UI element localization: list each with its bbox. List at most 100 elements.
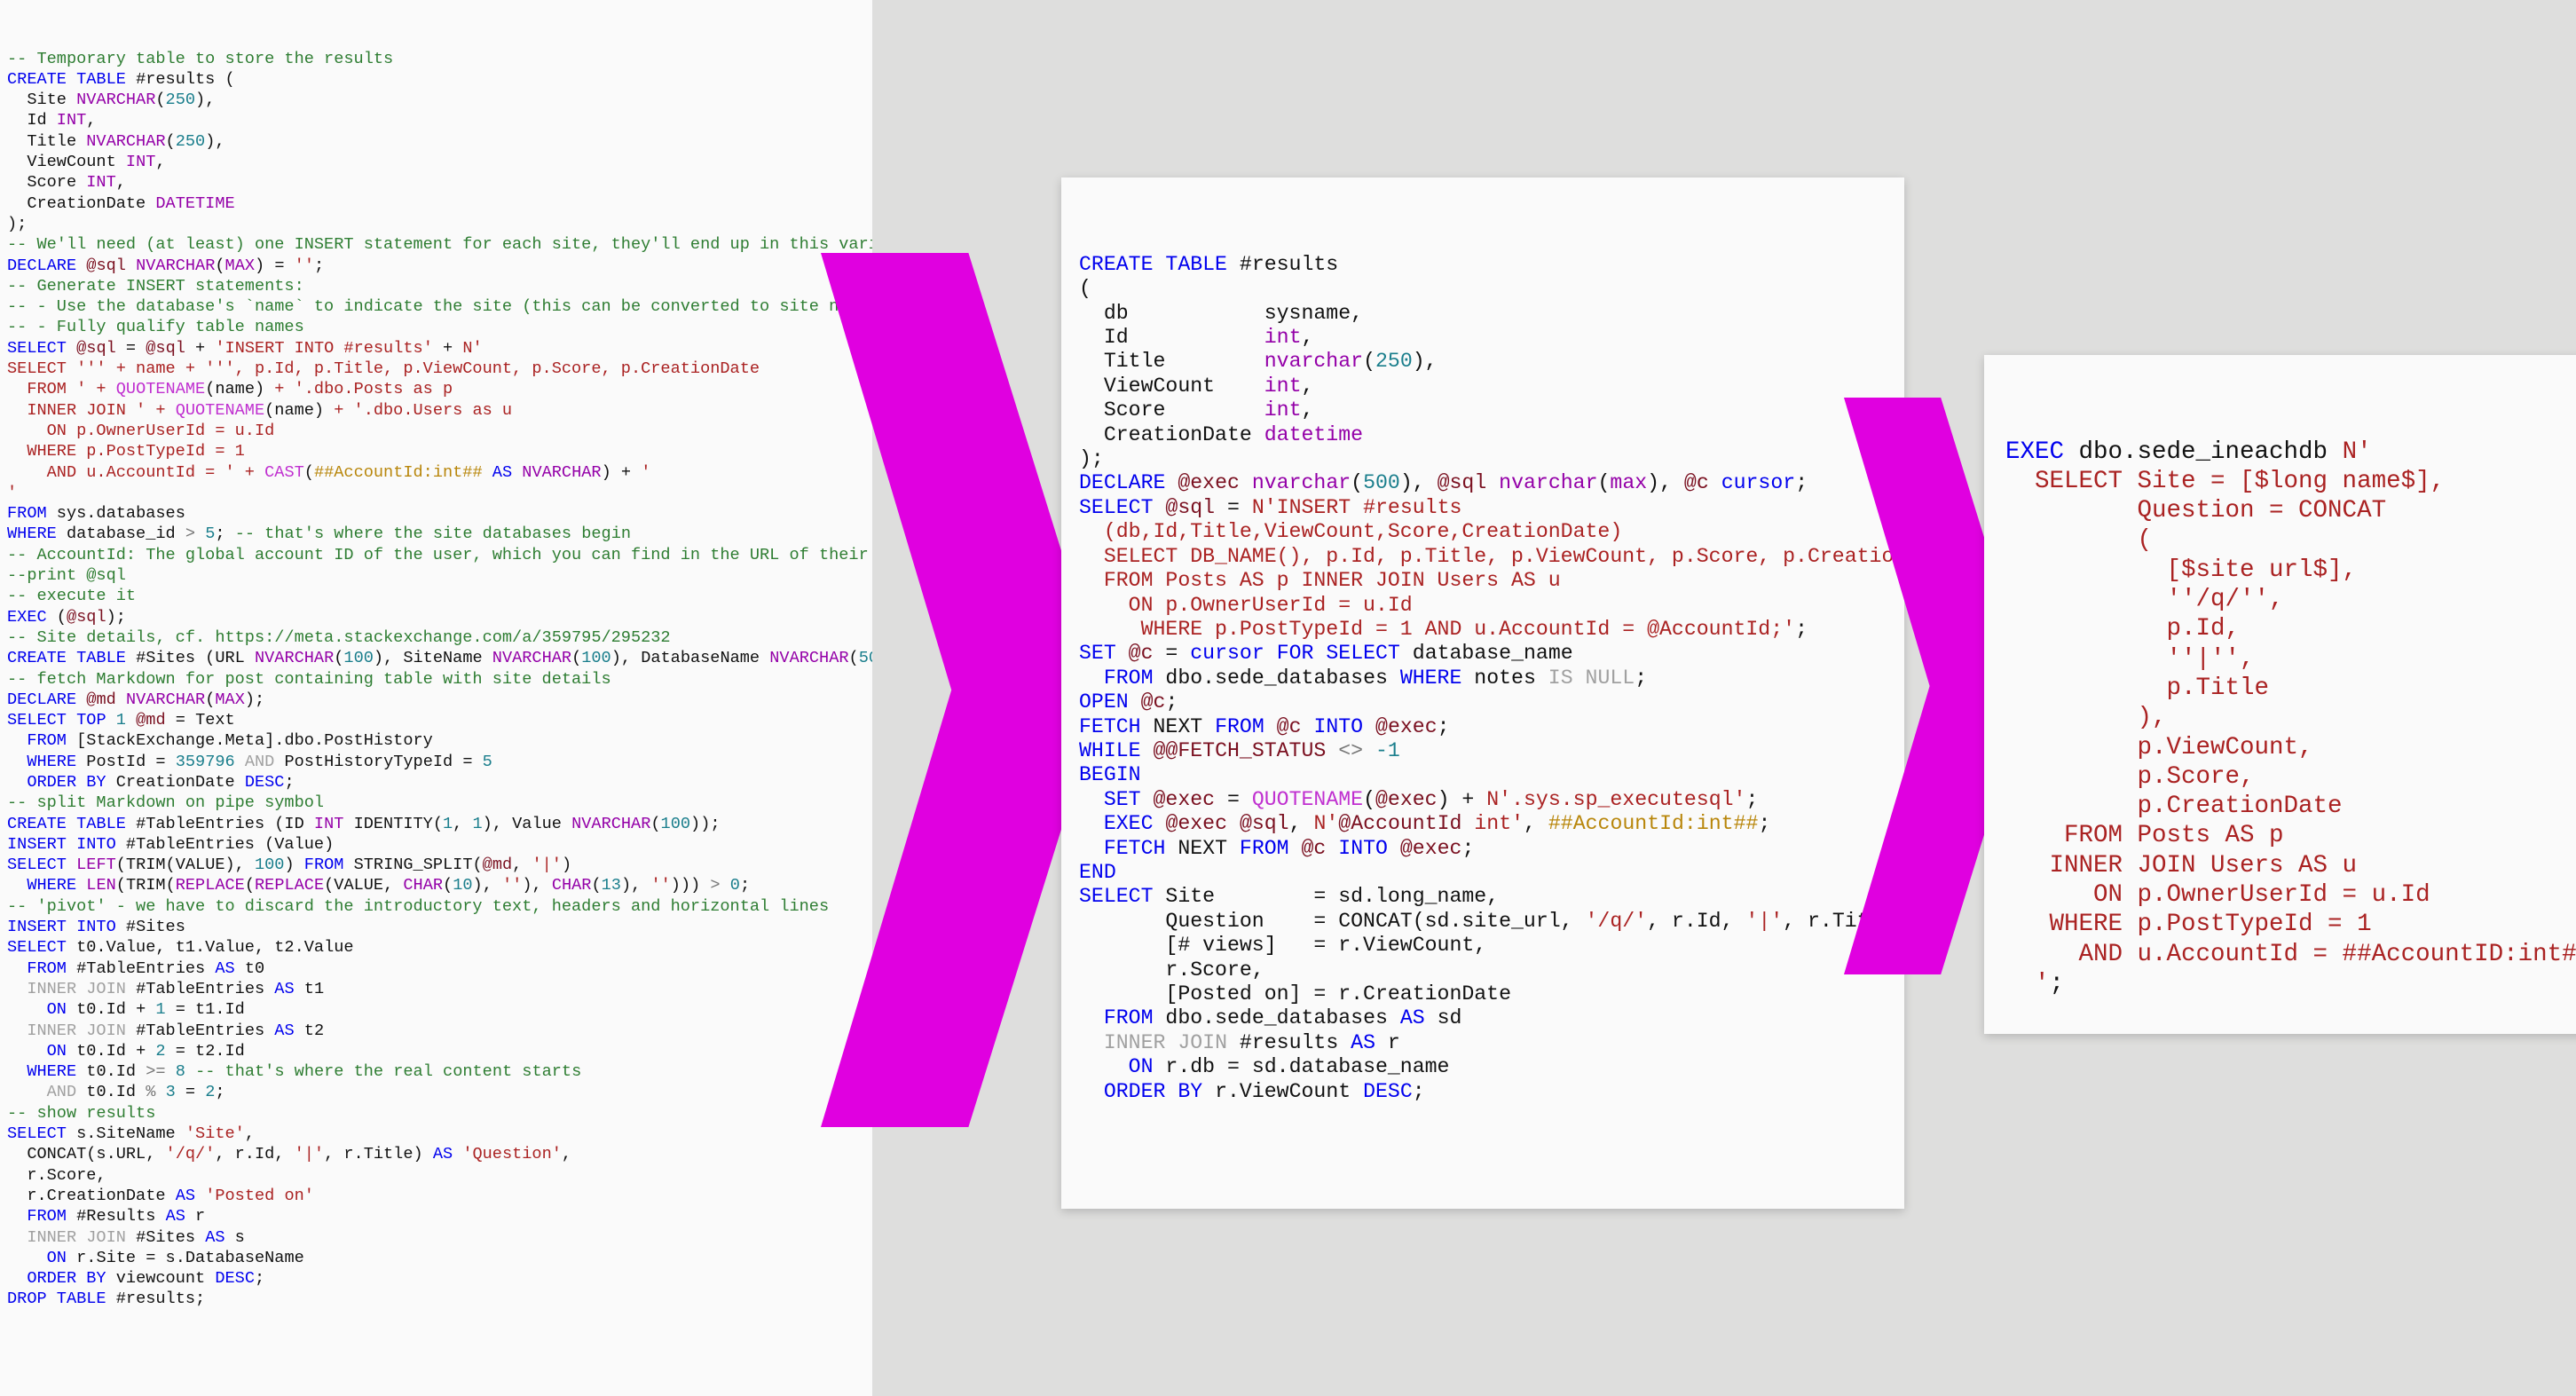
code-token: database_id bbox=[56, 524, 185, 544]
code-token: ( bbox=[155, 91, 166, 110]
code-token: INTO bbox=[1338, 836, 1388, 860]
code-token: database_name bbox=[1399, 642, 1573, 666]
code-token: ( bbox=[244, 876, 256, 895]
left-code-block[interactable]: -- Temporary table to store the results C… bbox=[7, 49, 872, 1310]
code-line: FROM Posts AS p bbox=[2005, 821, 2576, 850]
code-token: @c bbox=[1128, 642, 1154, 666]
code-token: '|' bbox=[294, 1145, 325, 1164]
code-token: ORDER BY bbox=[1103, 1079, 1203, 1103]
code-token: t2 bbox=[294, 1021, 325, 1040]
code-token: '|' bbox=[1745, 909, 1784, 933]
code-line: [# views] = r.ViewCount, bbox=[1079, 934, 1904, 958]
code-token: datetime bbox=[1264, 422, 1364, 446]
code-line: WHERE PostId = 359796 AND PostHistoryTyp… bbox=[7, 752, 872, 772]
code-token: , bbox=[561, 1145, 572, 1164]
code-line: -- execute it bbox=[7, 586, 872, 606]
code-token: '/q/' bbox=[165, 1145, 216, 1164]
code-token: ; bbox=[2049, 969, 2065, 998]
code-token: NVARCHAR bbox=[769, 649, 849, 668]
code-token: ORDER BY bbox=[27, 1269, 106, 1289]
code-token: ))) bbox=[670, 876, 711, 895]
code-token: PostId = bbox=[76, 752, 176, 771]
code-token: ON p.OwnerUserId = u.Id bbox=[7, 421, 275, 440]
code-line: SELECT TOP 1 @md = Text bbox=[7, 710, 872, 730]
code-token: notes bbox=[1461, 666, 1548, 690]
code-token: ( bbox=[443, 876, 453, 895]
middle-code-block[interactable]: CREATE TABLE #results( db sysname, Id in… bbox=[1079, 253, 1904, 1104]
code-token: r bbox=[1375, 1030, 1400, 1054]
code-line: ViewCount INT, bbox=[7, 152, 872, 172]
code-line: ORDER BY CreationDate DESC; bbox=[7, 772, 872, 793]
code-line: WHERE LEN(TRIM(REPLACE(REPLACE(VALUE, CH… bbox=[7, 875, 872, 895]
code-token: FROM bbox=[27, 731, 67, 751]
code-token: ' bbox=[641, 462, 651, 482]
code-token: viewcount bbox=[106, 1269, 216, 1289]
code-token: SELECT DB_NAME(), p.Id, p.Title, p.ViewC… bbox=[1079, 544, 1904, 568]
code-token: [StackExchange.Meta].dbo.PostHistory bbox=[66, 731, 433, 751]
code-token: QUOTENAME bbox=[115, 380, 206, 399]
code-token: N' bbox=[1313, 812, 1339, 836]
right-code-block[interactable]: EXEC dbo.sede_ineachdb N' SELECT Site = … bbox=[2005, 438, 2576, 999]
code-token: 'INSERT INTO #results' bbox=[215, 338, 433, 358]
code-token: ViewCount bbox=[7, 153, 126, 172]
code-token: CHAR bbox=[551, 876, 592, 895]
code-token: N'.sys.sp_executesql' bbox=[1486, 787, 1746, 811]
code-token: t0.Id + bbox=[66, 1041, 156, 1061]
code-token: p.Score, bbox=[2005, 762, 2255, 791]
code-token: ); bbox=[7, 214, 28, 233]
code-token: (TRIM( bbox=[115, 876, 176, 895]
code-token: @exec bbox=[1153, 787, 1216, 811]
code-token: ON p.OwnerUserId = u.Id bbox=[1079, 593, 1413, 617]
code-line: SELECT Site = sd.long_name, bbox=[1079, 885, 1904, 909]
code-token: 250 bbox=[165, 91, 196, 110]
code-token: 1 bbox=[472, 814, 483, 833]
code-token: sys.databases bbox=[46, 504, 185, 524]
code-token: 13 bbox=[601, 876, 621, 895]
code-token: '' bbox=[294, 256, 314, 275]
code-token: ; bbox=[1165, 690, 1178, 714]
code-line: INNER JOIN Users AS u bbox=[2005, 851, 2576, 880]
code-token: QUOTENAME bbox=[1251, 787, 1364, 811]
code-token: #Sites bbox=[125, 1227, 206, 1247]
code-token: ); bbox=[244, 690, 265, 709]
code-token: #results bbox=[1227, 1030, 1351, 1054]
code-line: p.ViewCount, bbox=[2005, 733, 2576, 762]
code-token: SELECT bbox=[7, 938, 67, 958]
code-token: t1 bbox=[294, 979, 325, 998]
code-line: ); bbox=[1079, 447, 1904, 471]
code-line: Title NVARCHAR(250), bbox=[7, 131, 872, 152]
code-token: @md bbox=[482, 856, 513, 875]
code-token: , bbox=[155, 153, 166, 172]
code-token: -- that's where the site databases begin bbox=[234, 524, 632, 544]
code-line: ''/q/'', bbox=[2005, 585, 2576, 614]
code-token: -- - Fully qualify table names bbox=[7, 318, 304, 337]
code-token: DESC bbox=[244, 772, 285, 792]
code-token: WHERE p.PostTypeId = 1 AND u.AccountId =… bbox=[1079, 617, 1796, 641]
code-token: 359796 bbox=[175, 752, 235, 771]
code-token: t0 bbox=[234, 958, 265, 978]
code-token: (VALUE, bbox=[324, 876, 404, 895]
code-token: ) = bbox=[255, 256, 295, 275]
code-token: NVARCHAR bbox=[254, 649, 335, 668]
code-token: , bbox=[115, 173, 126, 193]
code-token: db sysname, bbox=[1079, 301, 1364, 325]
code-token: -- fetch Markdown for post containing ta… bbox=[7, 669, 611, 689]
code-token: Question = CONCAT bbox=[2005, 497, 2387, 525]
code-token: 'Question' bbox=[462, 1145, 562, 1164]
code-token: @sql bbox=[1239, 812, 1289, 836]
code-line: p.Score, bbox=[2005, 762, 2576, 792]
code-token: int bbox=[1264, 326, 1302, 350]
code-token: r.CreationDate bbox=[7, 1186, 176, 1205]
code-token: (db,Id,Title,ViewCount,Score,CreationDat… bbox=[1079, 520, 1623, 544]
code-token: CHAR bbox=[403, 876, 444, 895]
code-token: Site bbox=[7, 91, 77, 110]
code-line: -- Site details, cf. https://meta.stacke… bbox=[7, 627, 872, 648]
code-token: WHERE bbox=[7, 524, 57, 544]
